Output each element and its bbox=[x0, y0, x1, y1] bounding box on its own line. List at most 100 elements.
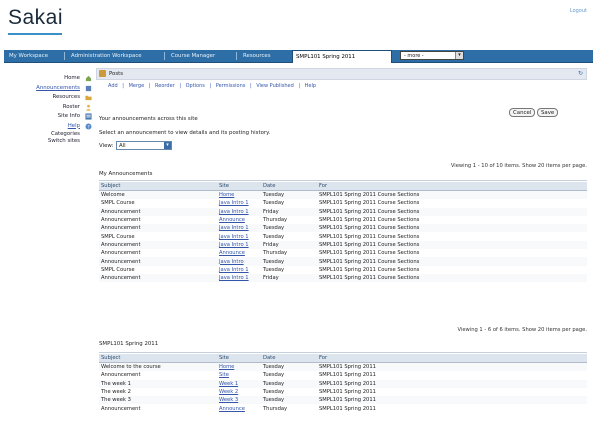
column-header[interactable]: Date bbox=[261, 182, 317, 191]
site-tab-bar: My Workspace Administration Workspace Co… bbox=[4, 50, 593, 63]
action-options[interactable]: Options bbox=[186, 83, 205, 89]
tab-smpl101[interactable]: SMPL101 Spring 2011 bbox=[292, 50, 392, 63]
table-row[interactable]: Announcement Java Intro 1 Friday SMPL101 Sp… bbox=[99, 273, 587, 283]
site-link[interactable]: Announce bbox=[217, 216, 261, 224]
table-header-row: Subject Site Date For bbox=[99, 354, 587, 363]
for-cell: SMPL101 Spring 2011 Course Sections bbox=[319, 266, 420, 273]
table-row[interactable]: Announcement Java Intro 1 Friday SMPL101 Sp… bbox=[99, 240, 587, 250]
column-header[interactable]: Site bbox=[217, 182, 261, 191]
column-header[interactable]: Subject bbox=[99, 182, 217, 191]
tool-menu-item-site-info[interactable]: Site Info bbox=[8, 112, 92, 122]
table-row[interactable]: Announcement Java Intro 1 Tuesday SMPL101 S… bbox=[99, 224, 587, 233]
date-cell: Tuesday bbox=[261, 362, 317, 372]
date-cell: Tuesday bbox=[263, 266, 285, 273]
tab-my-workspace[interactable]: My Workspace bbox=[6, 51, 66, 61]
folder-icon bbox=[85, 95, 92, 101]
announcement-icon bbox=[85, 85, 92, 91]
table-row[interactable]: SMPL Course Java Intro 1 Tuesday SMPL101 Sp… bbox=[99, 266, 587, 274]
column-header[interactable]: Date bbox=[261, 354, 317, 363]
tool-menu-item-help[interactable]: Help ? bbox=[8, 122, 92, 132]
site-info-icon bbox=[85, 113, 92, 120]
save-button[interactable]: Save bbox=[537, 108, 559, 117]
tool-menu-item-roster[interactable]: Roster bbox=[8, 103, 92, 113]
for-cell: SMPL101 Spring 2011 bbox=[317, 379, 587, 388]
site-link[interactable]: Java Intro 1 bbox=[217, 273, 261, 283]
site-link[interactable]: Announce bbox=[217, 249, 261, 257]
tool-menu-item-resources[interactable]: Resources bbox=[8, 93, 92, 103]
action-view-published[interactable]: View Published bbox=[256, 83, 294, 89]
cancel-button[interactable]: Cancel bbox=[509, 108, 536, 117]
site-link[interactable]: Java Intro 1 bbox=[217, 232, 261, 240]
more-sites-select[interactable]: - more - ▾ bbox=[400, 51, 464, 60]
column-header[interactable]: Site bbox=[217, 354, 261, 363]
column-header[interactable]: For bbox=[317, 354, 587, 363]
action-separator: | bbox=[298, 83, 301, 89]
subject-cell: Welcome to the course bbox=[99, 362, 217, 372]
site-link[interactable]: Java Intro 1 bbox=[217, 207, 261, 216]
for-cell: SMPL101 Spring 2011 Course Sections bbox=[317, 240, 587, 250]
site-link[interactable]: Week 1 bbox=[217, 379, 261, 388]
subject-cell: The week 1 bbox=[99, 379, 217, 388]
tool-menu-item-home[interactable]: Home bbox=[8, 74, 92, 84]
table-row[interactable]: Welcome to the course Home Tuesday SMPL101 … bbox=[99, 362, 587, 372]
action-reorder[interactable]: Reorder bbox=[155, 83, 175, 89]
subject-cell: Announcement bbox=[101, 372, 141, 379]
column-header[interactable]: Subject bbox=[99, 354, 217, 363]
tool-menu-switch-sites[interactable]: Switch sites bbox=[8, 138, 92, 145]
tab-resources[interactable]: Resources bbox=[240, 51, 296, 61]
table-row[interactable]: SMPL Course Java Intro 1 Tuesday SMPL101 Sp… bbox=[99, 199, 587, 207]
action-bar: Add | Merge | Reorder | Options | Permis… bbox=[96, 82, 587, 91]
date-cell: Tuesday bbox=[263, 389, 285, 396]
table-row[interactable]: Announcement Announce Thursday SMPL101 Spri… bbox=[99, 216, 587, 224]
chevron-down-icon: ▾ bbox=[164, 142, 171, 149]
reset-icon[interactable]: ↻ bbox=[578, 69, 583, 79]
table-row[interactable]: Welcome Home Tuesday SMPL101 Spring 2011 Co… bbox=[99, 190, 587, 200]
for-cell: SMPL101 Spring 2011 Course Sections bbox=[317, 273, 587, 283]
date-cell: Friday bbox=[261, 273, 317, 283]
site-link[interactable]: Home bbox=[217, 190, 261, 200]
table-row[interactable]: Announcement Announce Thursday SMPL101 Spri… bbox=[99, 404, 587, 412]
sakai-logo: Sakai bbox=[8, 6, 64, 29]
for-cell: SMPL101 Spring 2011 Course Sections bbox=[319, 200, 420, 207]
table-row[interactable]: The week 2 Week 2 Tuesday SMPL101 Spring 20… bbox=[99, 388, 587, 396]
site-link[interactable]: Java Intro 1 bbox=[217, 240, 261, 250]
date-cell: Tuesday bbox=[261, 224, 317, 233]
subject-cell: Welcome bbox=[99, 190, 217, 200]
table-row[interactable]: The week 1 Week 1 Tuesday SMPL101 Spring 20… bbox=[99, 379, 587, 388]
site-link[interactable]: Site bbox=[217, 371, 261, 379]
action-permissions[interactable]: Permissions bbox=[216, 83, 246, 89]
site-link[interactable]: Week 3 bbox=[217, 396, 261, 405]
site-link[interactable]: Java Intro 1 bbox=[217, 199, 261, 207]
pager-info: Viewing 1 - 10 of 10 items. Show 20 item… bbox=[450, 163, 587, 169]
for-cell: SMPL101 Spring 2011 Course Sections bbox=[317, 224, 587, 233]
date-cell: Tuesday bbox=[261, 190, 317, 200]
for-cell: SMPL101 Spring 2011 Course Sections bbox=[317, 207, 587, 216]
action-add[interactable]: Add bbox=[108, 83, 118, 89]
date-cell: Thursday bbox=[263, 405, 288, 412]
site-link[interactable]: Java Intro 1 bbox=[217, 266, 261, 274]
action-help[interactable]: Help bbox=[305, 83, 316, 89]
home-icon bbox=[85, 75, 92, 82]
site-link[interactable]: Home bbox=[217, 362, 261, 372]
tab-administration-workspace[interactable]: Administration Workspace bbox=[68, 51, 166, 61]
table-row[interactable]: Announcement Java Intro Tuesday SMPL101 Spr… bbox=[99, 257, 587, 266]
for-cell: SMPL101 Spring 2011 bbox=[319, 405, 376, 412]
tool-menu-item-announcements[interactable]: Announcements bbox=[8, 84, 92, 94]
action-merge[interactable]: Merge bbox=[129, 83, 145, 89]
site-link[interactable]: Java Intro bbox=[217, 257, 261, 266]
logout-link[interactable]: Logout bbox=[570, 8, 587, 14]
table-row[interactable]: The week 3 Week 3 Tuesday SMPL101 Spring 20… bbox=[99, 396, 587, 405]
site-link[interactable]: Java Intro 1 bbox=[217, 224, 261, 233]
table-row[interactable]: Announcement Announce Thursday SMPL101 Spri… bbox=[99, 249, 587, 257]
table-row[interactable]: SMPL Course Java Intro 1 Tuesday SMPL101 Sp… bbox=[99, 232, 587, 240]
view-select[interactable]: All ▾ bbox=[116, 141, 172, 150]
column-header[interactable]: For bbox=[317, 182, 587, 191]
table-row[interactable]: Announcement Site Tuesday SMPL101 Spring 20… bbox=[99, 371, 587, 379]
tab-course-manager[interactable]: Course Manager bbox=[168, 51, 238, 61]
site-link[interactable]: Announce bbox=[217, 404, 261, 412]
table-row[interactable]: Announcement Java Intro 1 Friday SMPL101 Sp… bbox=[99, 207, 587, 216]
date-cell: Tuesday bbox=[263, 372, 285, 379]
site-link[interactable]: Week 2 bbox=[217, 388, 261, 396]
for-cell: SMPL101 Spring 2011 bbox=[317, 362, 587, 372]
date-cell: Friday bbox=[261, 207, 317, 216]
